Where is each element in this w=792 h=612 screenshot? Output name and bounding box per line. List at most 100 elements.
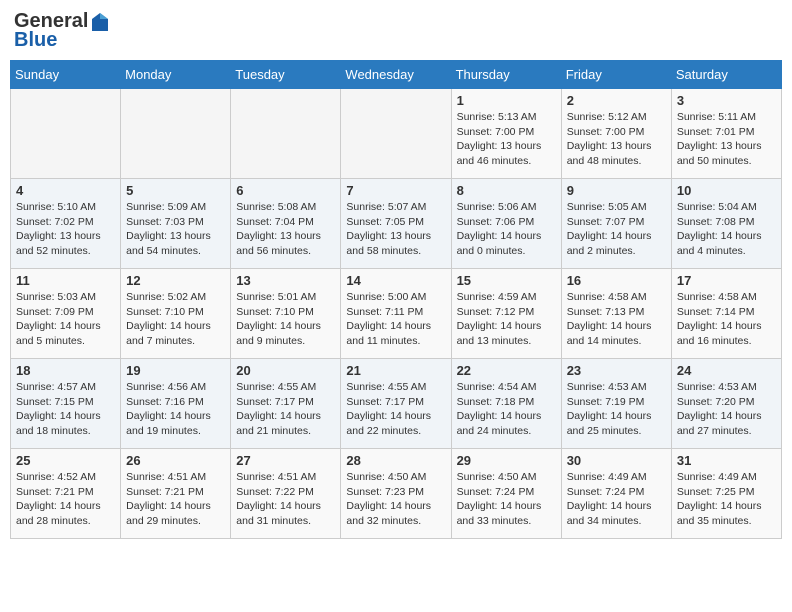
- day-info: Sunrise: 4:50 AM Sunset: 7:23 PM Dayligh…: [346, 470, 445, 529]
- day-info: Sunrise: 4:56 AM Sunset: 7:16 PM Dayligh…: [126, 380, 225, 439]
- calendar-cell: 27Sunrise: 4:51 AM Sunset: 7:22 PM Dayli…: [231, 449, 341, 539]
- page-header: General Blue: [10, 10, 782, 52]
- calendar-cell: 30 Sunrise: 4:49 AM Sunset: 7:24 PM Dayli…: [561, 449, 671, 539]
- day-number: 25: [16, 453, 115, 468]
- day-info: Sunrise: 4:53 AM Sunset: 7:19 PM Dayligh…: [567, 380, 666, 439]
- day-info: Sunrise: 4:59 AM Sunset: 7:12 PM Dayligh…: [457, 290, 556, 349]
- day-number: 9: [567, 183, 666, 198]
- day-info: Sunrise: 5:04 AM Sunset: 7:08 PM Dayligh…: [677, 200, 776, 259]
- calendar-cell: 9 Sunrise: 5:05 AM Sunset: 7:07 PM Daylig…: [561, 179, 671, 269]
- day-of-week-header: Tuesday: [231, 61, 341, 89]
- calendar-header-row: SundayMondayTuesdayWednesdayThursdayFrid…: [11, 61, 782, 89]
- day-of-week-header: Monday: [121, 61, 231, 89]
- calendar-cell: 23 Sunrise: 4:53 AM Sunset: 7:19 PM Dayli…: [561, 359, 671, 449]
- day-info: Sunrise: 4:54 AM Sunset: 7:18 PM Dayligh…: [457, 380, 556, 439]
- day-number: 22: [457, 363, 556, 378]
- calendar-cell: 16 Sunrise: 4:58 AM Sunset: 7:13 PM Dayli…: [561, 269, 671, 359]
- calendar-cell: 29 Sunrise: 4:50 AM Sunset: 7:24 PM Dayli…: [451, 449, 561, 539]
- day-of-week-header: Wednesday: [341, 61, 451, 89]
- day-number: 17: [677, 273, 776, 288]
- calendar-cell: 2 Sunrise: 5:12 AM Sunset: 7:00 PM Daylig…: [561, 89, 671, 179]
- day-of-week-header: Friday: [561, 61, 671, 89]
- calendar-cell: 5Sunrise: 5:09 AM Sunset: 7:03 PM Daylig…: [121, 179, 231, 269]
- calendar-cell: 12Sunrise: 5:02 AM Sunset: 7:10 PM Dayli…: [121, 269, 231, 359]
- day-info: Sunrise: 5:08 AM Sunset: 7:04 PM Dayligh…: [236, 200, 335, 259]
- calendar-week-row: 11Sunrise: 5:03 AM Sunset: 7:09 PM Dayli…: [11, 269, 782, 359]
- calendar-cell: 1 Sunrise: 5:13 AM Sunset: 7:00 PM Daylig…: [451, 89, 561, 179]
- day-number: 13: [236, 273, 335, 288]
- day-number: 14: [346, 273, 445, 288]
- calendar-cell: 17 Sunrise: 4:58 AM Sunset: 7:14 PM Dayli…: [671, 269, 781, 359]
- day-number: 30: [567, 453, 666, 468]
- calendar-cell: 26Sunrise: 4:51 AM Sunset: 7:21 PM Dayli…: [121, 449, 231, 539]
- calendar-week-row: 4Sunrise: 5:10 AM Sunset: 7:02 PM Daylig…: [11, 179, 782, 269]
- calendar-cell: [231, 89, 341, 179]
- day-number: 1: [457, 93, 556, 108]
- day-info: Sunrise: 5:13 AM Sunset: 7:00 PM Dayligh…: [457, 110, 556, 169]
- day-info: Sunrise: 4:55 AM Sunset: 7:17 PM Dayligh…: [236, 380, 335, 439]
- day-number: 28: [346, 453, 445, 468]
- day-number: 16: [567, 273, 666, 288]
- day-number: 31: [677, 453, 776, 468]
- day-number: 26: [126, 453, 225, 468]
- calendar-cell: 14 Sunrise: 5:00 AM Sunset: 7:11 PM Dayli…: [341, 269, 451, 359]
- calendar-cell: 8 Sunrise: 5:06 AM Sunset: 7:06 PM Daylig…: [451, 179, 561, 269]
- day-number: 23: [567, 363, 666, 378]
- day-info: Sunrise: 5:12 AM Sunset: 7:00 PM Dayligh…: [567, 110, 666, 169]
- day-number: 6: [236, 183, 335, 198]
- calendar-cell: 3Sunrise: 5:11 AM Sunset: 7:01 PM Daylig…: [671, 89, 781, 179]
- calendar-cell: 25 Sunrise: 4:52 AM Sunset: 7:21 PM Dayli…: [11, 449, 121, 539]
- calendar-cell: 15Sunrise: 4:59 AM Sunset: 7:12 PM Dayli…: [451, 269, 561, 359]
- day-number: 2: [567, 93, 666, 108]
- day-info: Sunrise: 4:50 AM Sunset: 7:24 PM Dayligh…: [457, 470, 556, 529]
- calendar-cell: 6 Sunrise: 5:08 AM Sunset: 7:04 PM Daylig…: [231, 179, 341, 269]
- day-number: 19: [126, 363, 225, 378]
- day-info: Sunrise: 5:06 AM Sunset: 7:06 PM Dayligh…: [457, 200, 556, 259]
- day-of-week-header: Sunday: [11, 61, 121, 89]
- day-number: 10: [677, 183, 776, 198]
- calendar-cell: 19 Sunrise: 4:56 AM Sunset: 7:16 PM Dayli…: [121, 359, 231, 449]
- calendar-cell: 22 Sunrise: 4:54 AM Sunset: 7:18 PM Dayli…: [451, 359, 561, 449]
- day-info: Sunrise: 4:58 AM Sunset: 7:14 PM Dayligh…: [677, 290, 776, 349]
- calendar-week-row: 18 Sunrise: 4:57 AM Sunset: 7:15 PM Dayli…: [11, 359, 782, 449]
- day-info: Sunrise: 4:52 AM Sunset: 7:21 PM Dayligh…: [16, 470, 115, 529]
- day-of-week-header: Thursday: [451, 61, 561, 89]
- calendar-cell: 7 Sunrise: 5:07 AM Sunset: 7:05 PM Daylig…: [341, 179, 451, 269]
- day-info: Sunrise: 4:49 AM Sunset: 7:24 PM Dayligh…: [567, 470, 666, 529]
- day-number: 7: [346, 183, 445, 198]
- calendar-week-row: 25 Sunrise: 4:52 AM Sunset: 7:21 PM Dayli…: [11, 449, 782, 539]
- day-info: Sunrise: 5:00 AM Sunset: 7:11 PM Dayligh…: [346, 290, 445, 349]
- day-info: Sunrise: 5:07 AM Sunset: 7:05 PM Dayligh…: [346, 200, 445, 259]
- day-number: 12: [126, 273, 225, 288]
- day-number: 11: [16, 273, 115, 288]
- calendar-cell: 10 Sunrise: 5:04 AM Sunset: 7:08 PM Dayli…: [671, 179, 781, 269]
- calendar-cell: 24 Sunrise: 4:53 AM Sunset: 7:20 PM Dayli…: [671, 359, 781, 449]
- day-info: Sunrise: 4:57 AM Sunset: 7:15 PM Dayligh…: [16, 380, 115, 439]
- calendar-cell: [11, 89, 121, 179]
- day-number: 24: [677, 363, 776, 378]
- calendar-cell: 20 Sunrise: 4:55 AM Sunset: 7:17 PM Dayli…: [231, 359, 341, 449]
- day-info: Sunrise: 4:58 AM Sunset: 7:13 PM Dayligh…: [567, 290, 666, 349]
- day-info: Sunrise: 5:01 AM Sunset: 7:10 PM Dayligh…: [236, 290, 335, 349]
- calendar-cell: 18 Sunrise: 4:57 AM Sunset: 7:15 PM Dayli…: [11, 359, 121, 449]
- day-number: 4: [16, 183, 115, 198]
- day-info: Sunrise: 4:53 AM Sunset: 7:20 PM Dayligh…: [677, 380, 776, 439]
- day-info: Sunrise: 4:55 AM Sunset: 7:17 PM Dayligh…: [346, 380, 445, 439]
- day-number: 21: [346, 363, 445, 378]
- calendar-cell: 28 Sunrise: 4:50 AM Sunset: 7:23 PM Dayli…: [341, 449, 451, 539]
- calendar-cell: [341, 89, 451, 179]
- day-number: 8: [457, 183, 556, 198]
- calendar-week-row: 1 Sunrise: 5:13 AM Sunset: 7:00 PM Daylig…: [11, 89, 782, 179]
- day-info: Sunrise: 4:51 AM Sunset: 7:22 PM Dayligh…: [236, 470, 335, 529]
- day-number: 5: [126, 183, 225, 198]
- day-number: 18: [16, 363, 115, 378]
- day-info: Sunrise: 5:05 AM Sunset: 7:07 PM Dayligh…: [567, 200, 666, 259]
- logo: General Blue: [14, 10, 110, 52]
- calendar-cell: 4Sunrise: 5:10 AM Sunset: 7:02 PM Daylig…: [11, 179, 121, 269]
- day-number: 20: [236, 363, 335, 378]
- calendar-cell: 21 Sunrise: 4:55 AM Sunset: 7:17 PM Dayli…: [341, 359, 451, 449]
- logo-icon: [90, 11, 110, 33]
- day-number: 29: [457, 453, 556, 468]
- day-of-week-header: Saturday: [671, 61, 781, 89]
- calendar-cell: 13 Sunrise: 5:01 AM Sunset: 7:10 PM Dayli…: [231, 269, 341, 359]
